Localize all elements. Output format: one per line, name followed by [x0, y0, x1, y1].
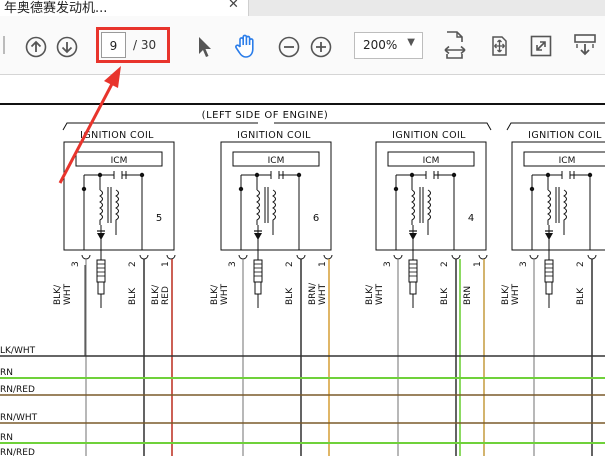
annotation-arrow-head	[104, 66, 121, 88]
annotation-arrow-shaft	[58, 81, 115, 184]
annotation-arrow	[58, 66, 121, 184]
